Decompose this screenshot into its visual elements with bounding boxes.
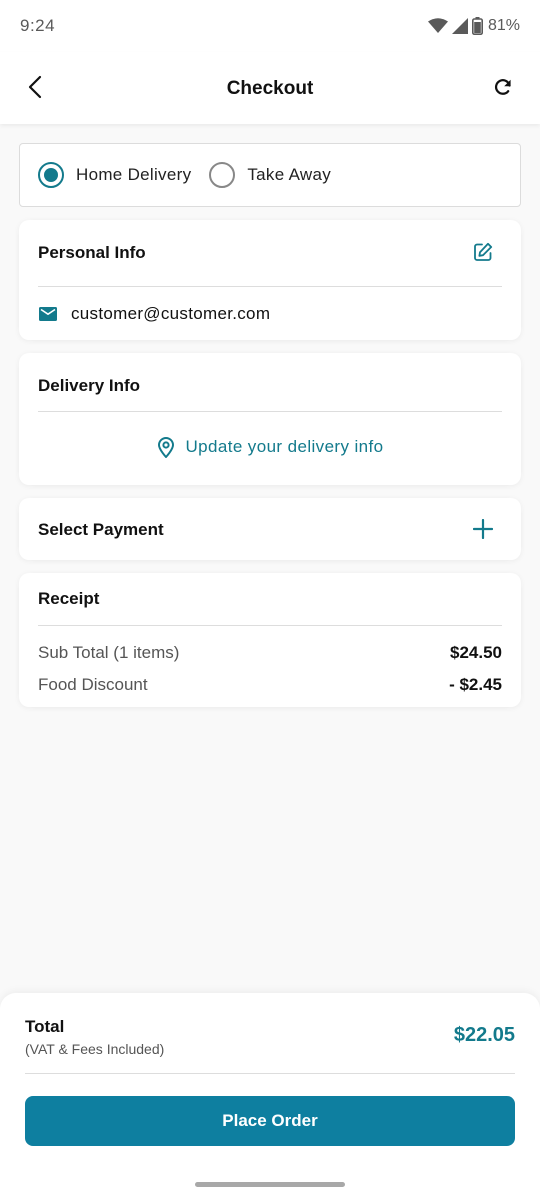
receipt-row: Sub Total (1 items) $24.50 — [38, 643, 502, 663]
status-icons: 81% — [427, 15, 520, 37]
home-indicator[interactable] — [195, 1182, 345, 1187]
app-bar: Checkout — [0, 52, 540, 124]
radio-label: Take Away — [247, 165, 332, 184]
receipt-title: Receipt — [38, 589, 100, 608]
order-summary-sheet: Total (VAT & Fees Included) $22.05 Place… — [0, 993, 540, 1200]
divider — [38, 411, 502, 412]
email-row: customer@customer.com — [38, 304, 270, 324]
personal-info-title: Personal Info — [38, 243, 146, 262]
signal-icon — [451, 18, 468, 34]
receipt-row: Food Discount - $2.45 — [38, 675, 502, 695]
order-type-selector: Home Delivery Take Away — [19, 143, 521, 207]
page-title: Checkout — [226, 78, 314, 99]
receipt-value: - $2.45 — [449, 675, 502, 694]
total-note: (VAT & Fees Included) — [25, 1041, 165, 1057]
email-value: customer@customer.com — [71, 304, 271, 323]
divider — [38, 286, 502, 287]
total-value: $22.05 — [453, 1024, 515, 1046]
receipt-card: Receipt Sub Total (1 items) $24.50 Food … — [19, 573, 521, 707]
radio-button-selected[interactable] — [38, 162, 64, 188]
select-payment-card[interactable]: Select Payment — [19, 498, 521, 560]
radio-home-delivery[interactable]: Home Delivery — [38, 144, 191, 206]
update-delivery-info-link[interactable]: Update your delivery info — [19, 436, 521, 458]
divider — [38, 625, 502, 626]
place-order-button[interactable]: Place Order — [25, 1096, 515, 1146]
battery-percentage: 81% — [487, 17, 520, 34]
battery-icon — [471, 17, 483, 35]
update-delivery-info-label: Update your delivery info — [185, 437, 384, 456]
receipt-label: Food Discount — [38, 675, 148, 694]
status-time: 9:24 — [20, 16, 56, 35]
delivery-info-title: Delivery Info — [38, 376, 141, 395]
radio-button[interactable] — [209, 162, 236, 188]
plus-icon[interactable] — [471, 517, 495, 541]
total-label: Total — [25, 1017, 65, 1036]
delivery-info-card: Delivery Info Update your delivery info — [19, 353, 521, 485]
receipt-label: Sub Total (1 items) — [38, 643, 180, 662]
select-payment-title: Select Payment — [38, 520, 164, 539]
location-pin-icon — [156, 436, 176, 458]
wifi-icon — [427, 18, 448, 34]
mail-icon — [38, 304, 58, 324]
receipt-value: $24.50 — [450, 643, 502, 662]
personal-info-card: Personal Info customer@customer.com — [19, 220, 521, 340]
radio-label: Home Delivery — [76, 165, 192, 184]
edit-icon[interactable] — [471, 240, 495, 264]
status-bar: 9:24 81% — [0, 0, 540, 52]
refresh-icon — [493, 77, 513, 102]
divider — [25, 1073, 515, 1074]
radio-take-away[interactable]: Take Away — [209, 144, 331, 206]
refresh-button[interactable] — [488, 74, 518, 104]
